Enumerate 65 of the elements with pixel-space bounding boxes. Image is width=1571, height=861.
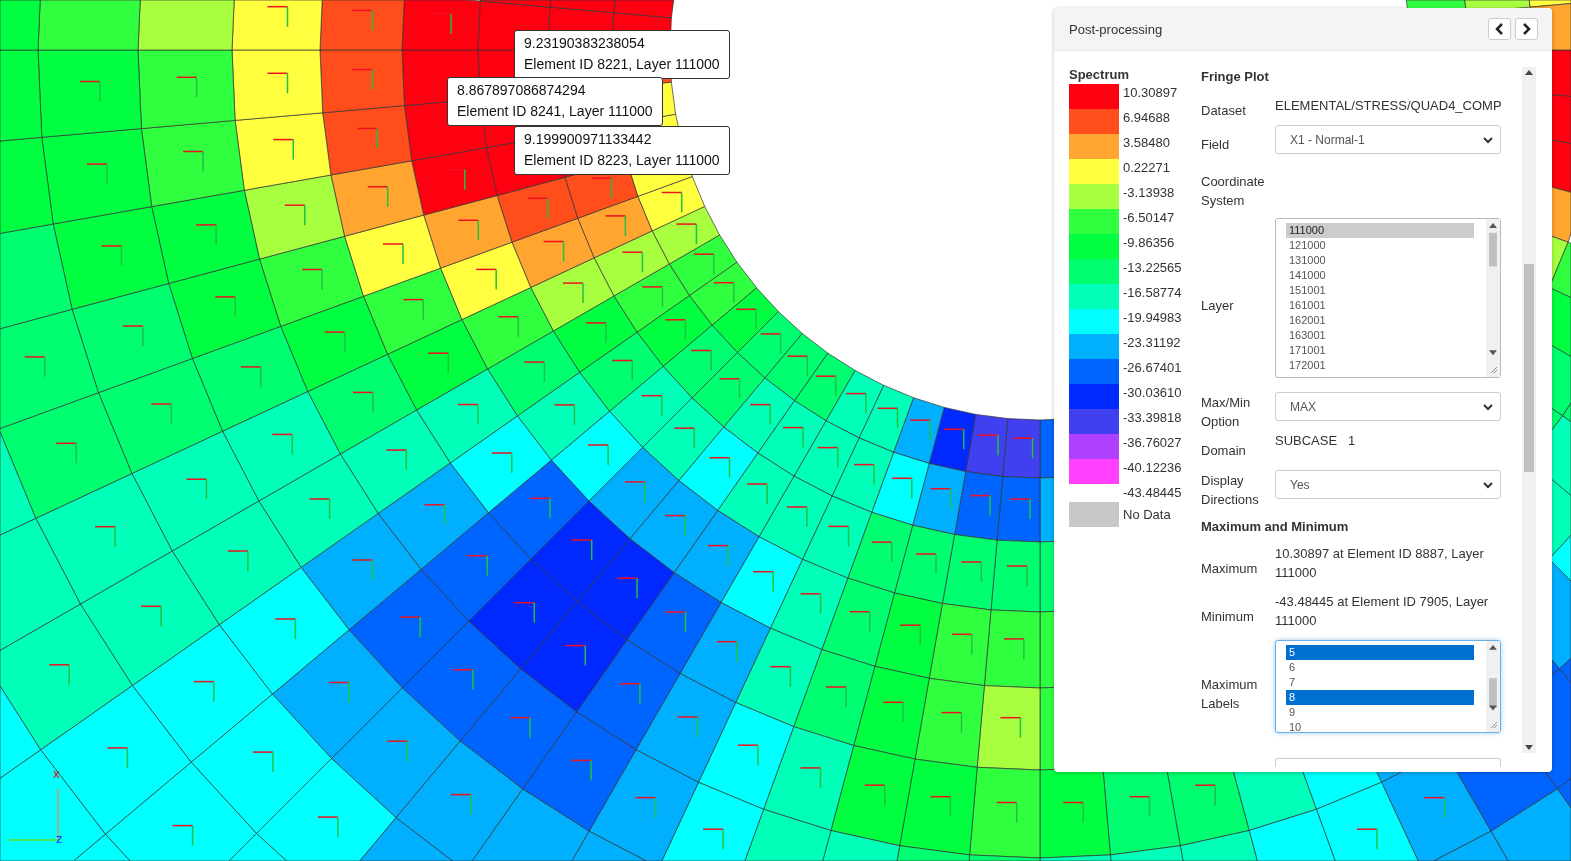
field-label: Dataset: [1201, 102, 1247, 120]
axis-label: z: [56, 832, 63, 845]
field-value: SUBCASE 1: [1275, 432, 1357, 450]
field-label: Display Directions: [1201, 471, 1260, 509]
section-heading: Fringe Plot: [1201, 68, 1270, 86]
spectrum-value: -13.22565: [1123, 260, 1182, 277]
field-label: Domain: [1201, 442, 1247, 460]
field-label: Field: [1201, 136, 1231, 154]
tooltip-value: 9.23190383238054: [524, 34, 646, 53]
no-data-label: No Data: [1123, 507, 1171, 524]
axis-label: x: [53, 767, 60, 780]
spectrum-value: -36.76027: [1123, 435, 1182, 452]
dropdown[interactable]: MAX: [1275, 392, 1501, 421]
list-option[interactable]: 9: [1286, 705, 1474, 720]
field-label: Minimum: [1201, 607, 1255, 626]
spectrum-value: 10.30897: [1123, 85, 1178, 102]
list-option[interactable]: 151001: [1286, 283, 1474, 298]
spectrum-value: -33.39818: [1123, 410, 1182, 427]
list-box[interactable]: 111000 121000 131000 141000 151001 161001 162001 163001 171001 172001: [1275, 218, 1501, 378]
list-option[interactable]: 6: [1286, 660, 1474, 675]
spectrum-value: -23.31192: [1123, 335, 1181, 352]
spectrum-value: -26.67401: [1123, 360, 1182, 377]
section-heading: Maximum and Minimum: [1201, 518, 1350, 536]
list-option[interactable]: 131000: [1286, 253, 1474, 268]
spectrum-value: -40.12236: [1123, 460, 1182, 477]
spectrum-value: -16.58774: [1123, 285, 1182, 302]
list-option[interactable]: 8: [1286, 690, 1474, 705]
spectrum-value: -43.48445: [1123, 485, 1182, 502]
spectrum-value: -30.03610: [1123, 385, 1182, 402]
tooltip-detail: Element ID 8223, Layer 111000: [524, 151, 720, 170]
field-label: Coordinate System: [1201, 173, 1266, 210]
list-option[interactable]: 5: [1286, 645, 1474, 660]
spectrum-value: 0.22271: [1123, 160, 1170, 177]
list-option[interactable]: 161001: [1286, 298, 1474, 313]
list-option[interactable]: 141000: [1286, 268, 1474, 283]
panel-title: Post-processing: [1069, 21, 1164, 37]
list-option[interactable]: 172001: [1286, 358, 1474, 373]
tooltip-detail: Element ID 8241, Layer 111000: [457, 102, 653, 121]
field-label: Maximum: [1201, 559, 1259, 578]
field-value: ELEMENTAL/STRESS/QUAD4_COMP: [1275, 97, 1501, 115]
list-box[interactable]: 5 6 7 8 9 10: [1275, 640, 1501, 733]
field-value: -43.48445 at Element ID 7905, Layer 111000: [1275, 593, 1490, 630]
dropdown[interactable]: X1 - Normal-1: [1275, 125, 1501, 154]
field-label: Max/Min Option: [1201, 393, 1252, 431]
list-option[interactable]: 171001: [1286, 343, 1474, 358]
field-label: Maximum Labels: [1201, 675, 1259, 713]
field-value: 10.30897 at Element ID 8887, Layer 111000: [1275, 545, 1485, 582]
list-option[interactable]: 10: [1286, 720, 1474, 732]
spectrum-value: -9.86356: [1123, 235, 1175, 252]
spectrum-value: -6.50147: [1123, 210, 1175, 227]
spectrum-title: Spectrum: [1069, 67, 1130, 82]
list-option[interactable]: 162001: [1286, 313, 1474, 328]
list-option[interactable]: 111000: [1286, 223, 1474, 238]
spectrum-value: -3.13938: [1123, 185, 1175, 202]
list-option[interactable]: 121000: [1286, 238, 1474, 253]
tooltip-detail: Element ID 8221, Layer 111000: [524, 55, 720, 74]
list-option[interactable]: 7: [1286, 675, 1474, 690]
tooltip-value: 9.199900971133442: [524, 130, 653, 149]
tooltip-value: 8.867897086874294: [457, 81, 587, 100]
spectrum-value: -19.94983: [1123, 310, 1182, 327]
dropdown[interactable]: Yes: [1275, 470, 1501, 499]
list-option[interactable]: 163001: [1286, 328, 1474, 343]
field-label: Layer: [1201, 296, 1235, 315]
spectrum-value: 6.94688: [1123, 110, 1170, 127]
spectrum-value: 3.58480: [1123, 135, 1170, 152]
